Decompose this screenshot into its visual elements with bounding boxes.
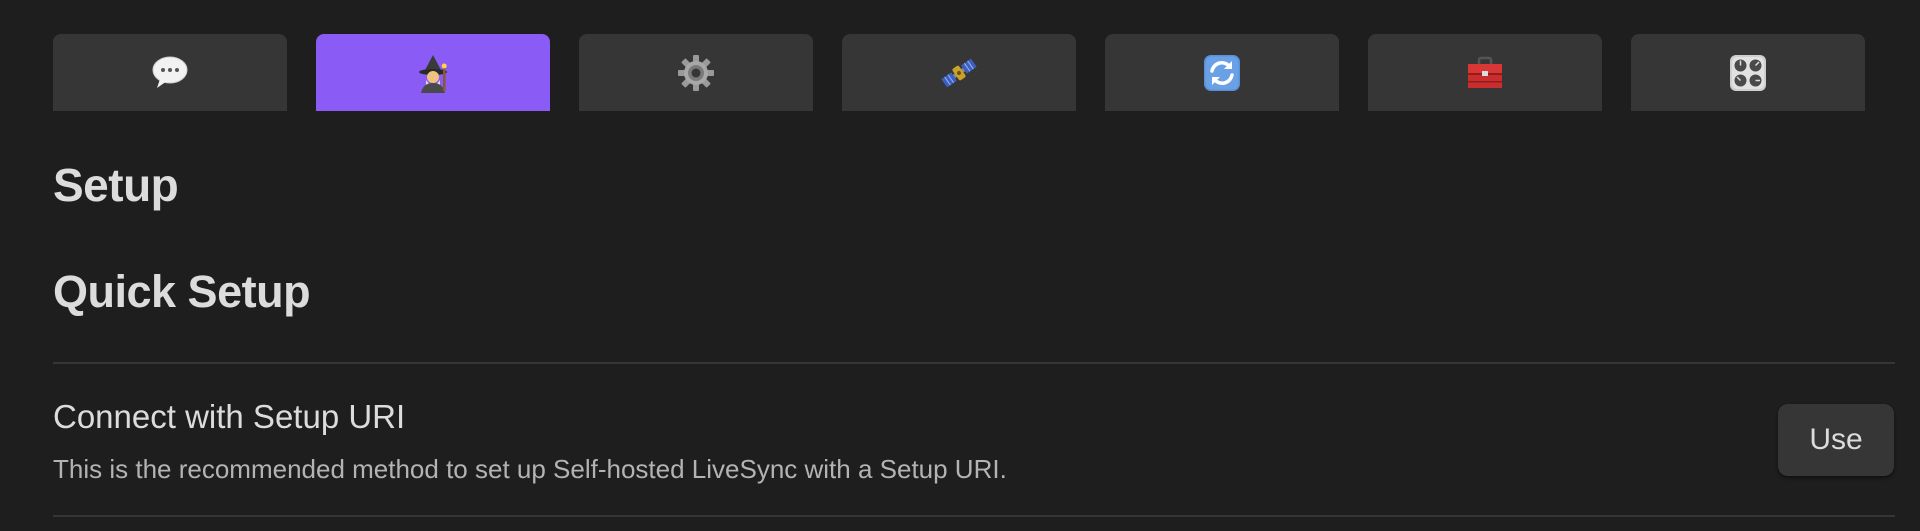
settings-tab-bar — [53, 34, 1865, 111]
tab-toolbox[interactable] — [1368, 34, 1602, 111]
tab-speech-bubble[interactable] — [53, 34, 287, 111]
mage-icon — [413, 53, 453, 93]
setting-name: Connect with Setup URI — [53, 398, 406, 435]
settings-page: Setup Quick Setup Connect with Setup URI… — [0, 0, 1920, 531]
section-divider — [53, 362, 1895, 364]
section-title: Quick Setup — [53, 266, 311, 317]
control-knobs-icon — [1728, 53, 1768, 93]
satellite-icon — [939, 53, 979, 93]
tab-sync[interactable] — [1105, 34, 1339, 111]
tab-mage[interactable] — [316, 34, 550, 111]
page-title: Setup — [53, 159, 179, 211]
sync-arrows-icon — [1202, 53, 1242, 93]
tab-satellite[interactable] — [842, 34, 1076, 111]
use-setup-uri-button[interactable]: Use — [1778, 404, 1894, 476]
speech-bubble-icon — [150, 53, 190, 93]
toolbox-icon — [1465, 53, 1505, 93]
tab-gear[interactable] — [579, 34, 813, 111]
gear-icon — [676, 53, 716, 93]
setting-description: This is the recommended method to set up… — [53, 454, 1007, 484]
setting-divider — [53, 515, 1895, 517]
tab-control-knobs[interactable] — [1631, 34, 1865, 111]
